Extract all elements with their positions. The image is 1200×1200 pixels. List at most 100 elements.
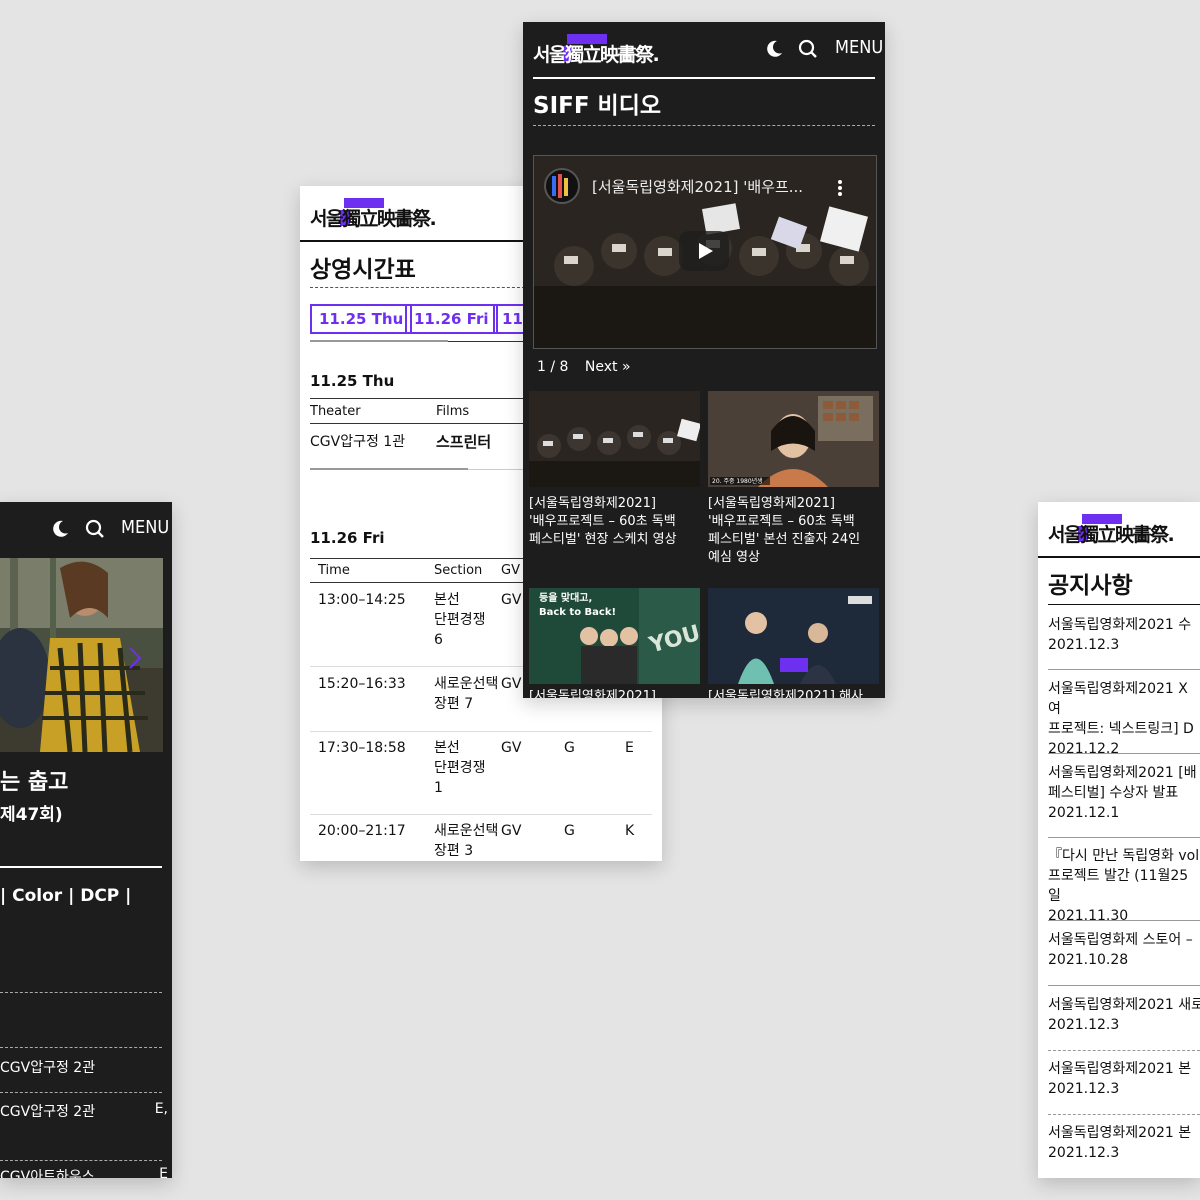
film-subtitle: 제47회) [0,805,63,825]
notice-item[interactable]: 서울독립영화제2021 수 2021.12.3 [1048,615,1200,655]
scroll-indicator[interactable] [310,340,448,342]
dark-mode-moon-icon[interactable] [764,39,784,59]
day-heading: 11.25 Thu [310,372,395,390]
divider [310,398,525,399]
menu-button[interactable]: MENU [121,517,169,538]
notice-title[interactable]: 서울독립영화제2021 본 [1048,1123,1200,1143]
video-player[interactable]: [서울독립영화제2021] '배우프... [533,155,877,349]
notice-title[interactable]: 서울독립영화제2021 수 [1048,615,1200,635]
column-header-time: Time [318,563,350,578]
time-cell: 20:00–21:17 [318,823,406,839]
notice-item[interactable]: 서울독립영화제2021 본 2021.12.3 [1048,1123,1200,1163]
video-thumbnail[interactable] [529,391,700,487]
divider [0,866,162,868]
scroll-indicator[interactable] [310,468,468,470]
notice-title[interactable]: 서울독립영화제2021 [배 페스티벌] 수상자 발표 [1048,763,1200,803]
film-detail-card: MENU 는 춥고 제47회) | Color | DCP | CGV압구정 2… [0,502,172,1178]
rating-cell: G [564,823,575,839]
page-title: 상영시간표 [310,257,416,283]
logo-text: 서울獨立映畵祭. [533,44,660,66]
divider [1048,669,1200,670]
divider [1048,1114,1200,1115]
page-count: 1 / 8 [537,359,569,375]
divider [1048,985,1200,986]
date-tab[interactable]: 11.26 Fri [405,304,498,334]
divider [533,77,875,79]
column-header-section: Section [434,563,483,578]
column-header-theater: Theater [310,404,361,419]
divider [1048,1050,1200,1051]
page-title: 공지사항 [1048,573,1133,599]
thumbnail-overlay-text: 등을 맞대고, Back to Back! [539,593,617,618]
notice-item[interactable]: 서울독립영화제2021 새로 2021.12.3 [1048,995,1200,1035]
column-header-films: Films [436,404,470,419]
festival-logo[interactable]: 서울獨立映畵祭. [1048,514,1175,548]
divider [0,1092,162,1093]
notice-date: 2021.12.3 [1048,1145,1120,1161]
day-heading: 11.26 Fri [310,529,385,547]
screening-venue: CGV압구정 2관 [0,1104,96,1120]
divider [0,1160,162,1161]
divider [1048,920,1200,921]
festival-logo[interactable]: 서울獨立映畵祭. [310,198,437,232]
notice-title[interactable]: 서울독립영화제2021 X 여 프로젝트: 넥스트링크] D [1048,679,1200,739]
time-cell: 17:30–18:58 [318,740,406,756]
video-caption[interactable]: [서울독립영화제2021] [529,688,699,698]
search-icon[interactable] [798,39,818,59]
video-player-title: [서울독립영화제2021] '배우프... [592,178,804,196]
festival-logo[interactable]: 서울獨立映畵祭. [533,34,660,68]
screening-venue: CGV압구정 2관 [0,1060,96,1076]
date-tab[interactable]: 11.25 Thu [310,304,413,334]
search-icon[interactable] [85,519,105,539]
pagination: 1 / 8 Next » [537,359,631,375]
screening-extra: E, [154,1101,168,1117]
gv-cell: GV [501,676,522,692]
thumbnail-overlay-text: 20. 주중 1980년생 [712,478,763,485]
video-caption[interactable]: [서울독립영화제2021] '배우프로젝트 – 60초 독백 페스티벌' 현장 … [529,495,699,549]
logo-text: 서울獨立映畵祭. [310,208,437,230]
next-page-link[interactable]: Next » [585,359,631,375]
menu-button[interactable]: MENU [835,37,883,58]
divider [0,1047,162,1048]
notice-item[interactable]: 서울독립영화제2021 본 2021.12.3 [1048,1059,1200,1099]
notice-date: 2021.12.3 [1048,1017,1120,1033]
theater-cell: CGV압구정 1관 [310,434,406,450]
notice-date: 2021.12.3 [1048,1081,1120,1097]
video-thumbnail[interactable]: 20. 주중 1980년생 [708,391,879,487]
divider [1048,753,1200,754]
notice-date: 2021.11.30 [1048,908,1129,924]
gv-cell: GV [501,740,522,756]
notice-title[interactable]: 서울독립영화제2021 본 [1048,1059,1200,1079]
notice-title[interactable]: 서울독립영화제 스토어 – [1048,930,1200,950]
section-cell: 본선 단편경쟁 1 [434,740,486,796]
notice-item[interactable]: 서울독립영화제 스토어 – 2021.10.28 [1048,930,1200,970]
divider [533,125,875,126]
video-caption[interactable]: [서울독립영화제2021] 해사 [708,688,878,698]
video-card: 서울獨立映畵祭. MENU SIFF 비디오 [서울독립영화제2021] '배우… [523,22,885,698]
video-thumbnail[interactable]: YOU 등을 맞대고, Back to Back! [529,588,700,684]
dark-mode-moon-icon[interactable] [50,519,70,539]
play-icon[interactable] [679,231,729,271]
time-cell: 15:20–16:33 [318,676,406,692]
divider [1048,604,1200,605]
video-caption[interactable]: [서울독립영화제2021] '배우프로젝트 – 60초 독백 페스티벌' 본선 … [708,495,878,567]
divider [300,240,530,242]
film-still-image [0,558,163,752]
column-header-gv: GV [501,563,520,578]
screening-extra: E [159,1166,168,1178]
notice-item[interactable]: 서울독립영화제2021 X 여 프로젝트: 넥스트링크] D 2021.12.2 [1048,679,1200,759]
notice-item[interactable]: 서울독립영화제2021 [배 페스티벌] 수상자 발표 2021.12.1 [1048,763,1200,823]
notice-title[interactable]: 서울독립영화제2021 새로 [1048,995,1200,1015]
rating-cell: G [564,740,575,756]
notice-date: 2021.10.28 [1048,952,1129,968]
notice-date: 2021.12.2 [1048,741,1120,757]
notice-card: 서울獨立映畵祭. 공지사항 서울독립영화제2021 수 2021.12.3 서울… [1038,502,1200,1178]
divider [1048,837,1200,838]
section-cell: 새로운선택 장편 7 [434,676,499,712]
notice-item[interactable]: 『다시 만난 독립영화 vol 프로젝트 발간 (11월25일 2021.11.… [1048,846,1200,926]
section-cell: 새로운선택 장편 3 [434,823,499,859]
film-link[interactable]: 스프린터 [436,432,491,452]
video-thumbnail[interactable] [708,588,879,684]
notice-title[interactable]: 『다시 만난 독립영화 vol 프로젝트 발간 (11월25일 [1048,846,1200,906]
divider [1038,556,1200,558]
